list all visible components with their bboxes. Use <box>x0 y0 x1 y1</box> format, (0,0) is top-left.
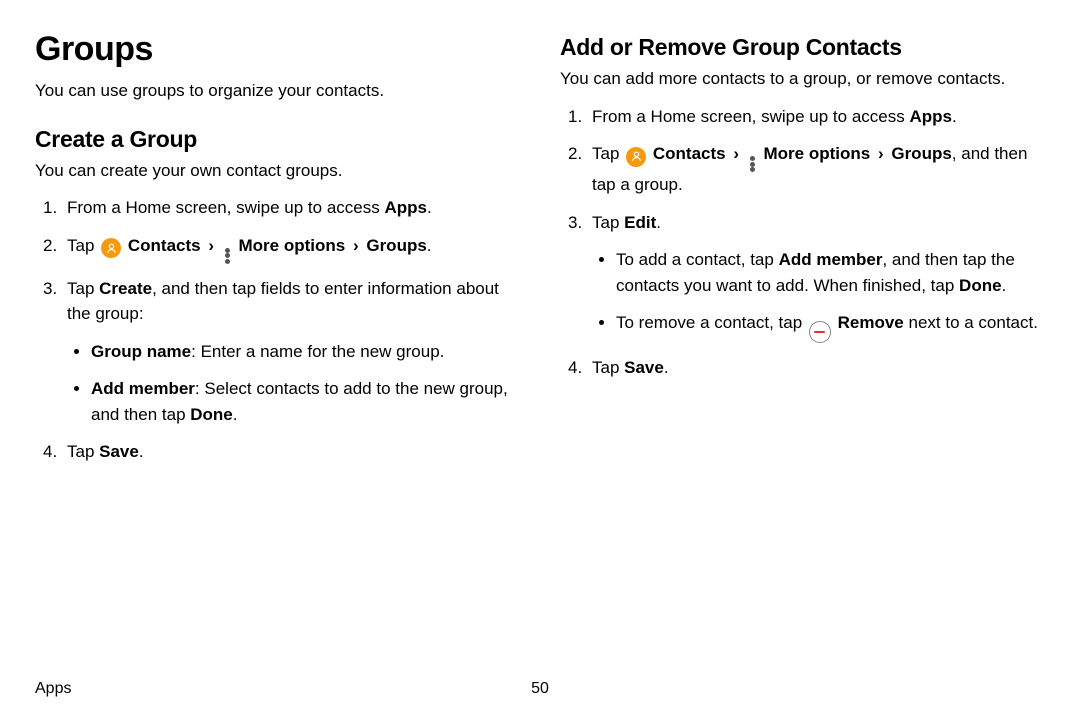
footer-section: Apps <box>35 680 71 698</box>
more-options-icon <box>225 248 231 264</box>
save-label: Save <box>99 442 139 461</box>
step-3: Tap Edit. To add a contact, tap Add memb… <box>592 210 1045 343</box>
more-options-icon <box>750 156 756 172</box>
page-number: 50 <box>531 680 549 698</box>
more-options-label: More options <box>238 236 345 255</box>
contacts-label: Contacts <box>128 236 201 255</box>
step-4: Tap Save. <box>67 439 520 465</box>
groups-label: Groups <box>366 236 426 255</box>
step-3: Tap Create, and then tap fields to enter… <box>67 276 520 428</box>
contacts-icon <box>101 238 121 258</box>
groups-intro: You can use groups to organize your cont… <box>35 79 520 104</box>
create-group-heading: Create a Group <box>35 126 520 153</box>
chevron-icon: › <box>208 236 214 255</box>
create-group-steps: From a Home screen, swipe up to access A… <box>43 195 520 465</box>
contacts-icon <box>626 147 646 167</box>
edit-label: Edit <box>624 213 656 232</box>
step-1: From a Home screen, swipe up to access A… <box>592 104 1045 130</box>
chevron-icon: › <box>353 236 359 255</box>
remove-icon <box>809 321 831 343</box>
right-column: Add or Remove Group Contacts You can add… <box>560 30 1045 477</box>
bullet-add-contact: To add a contact, tap Add member, and th… <box>616 247 1045 298</box>
step-2: Tap Contacts › More options › Groups. <box>67 233 520 264</box>
apps-label: Apps <box>384 198 427 217</box>
apps-label: Apps <box>909 107 952 126</box>
step-3-bullets: Group name: Enter a name for the new gro… <box>67 339 520 428</box>
step-4: Tap Save. <box>592 355 1045 381</box>
step-2: Tap Contacts › More options › Groups, an… <box>592 141 1045 198</box>
groups-label: Groups <box>891 144 951 163</box>
add-remove-steps: From a Home screen, swipe up to access A… <box>568 104 1045 381</box>
add-remove-intro: You can add more contacts to a group, or… <box>560 67 1045 92</box>
remove-label: Remove <box>838 313 904 332</box>
page-footer: Apps 50 <box>35 680 1045 698</box>
bullet-add-member: Add member: Select contacts to add to th… <box>91 376 520 427</box>
step-1: From a Home screen, swipe up to access A… <box>67 195 520 221</box>
create-group-intro: You can create your own contact groups. <box>35 159 520 184</box>
step-3-bullets: To add a contact, tap Add member, and th… <box>592 247 1045 343</box>
chevron-icon: › <box>733 144 739 163</box>
left-column: Groups You can use groups to organize yo… <box>35 30 520 477</box>
save-label: Save <box>624 358 664 377</box>
contacts-label: Contacts <box>653 144 726 163</box>
chevron-icon: › <box>878 144 884 163</box>
page-body: Groups You can use groups to organize yo… <box>0 0 1080 477</box>
more-options-label: More options <box>763 144 870 163</box>
bullet-group-name: Group name: Enter a name for the new gro… <box>91 339 520 365</box>
page-title: Groups <box>35 30 520 69</box>
bullet-remove-contact: To remove a contact, tap Remove next to … <box>616 310 1045 343</box>
add-remove-heading: Add or Remove Group Contacts <box>560 34 1045 61</box>
create-label: Create <box>99 279 152 298</box>
